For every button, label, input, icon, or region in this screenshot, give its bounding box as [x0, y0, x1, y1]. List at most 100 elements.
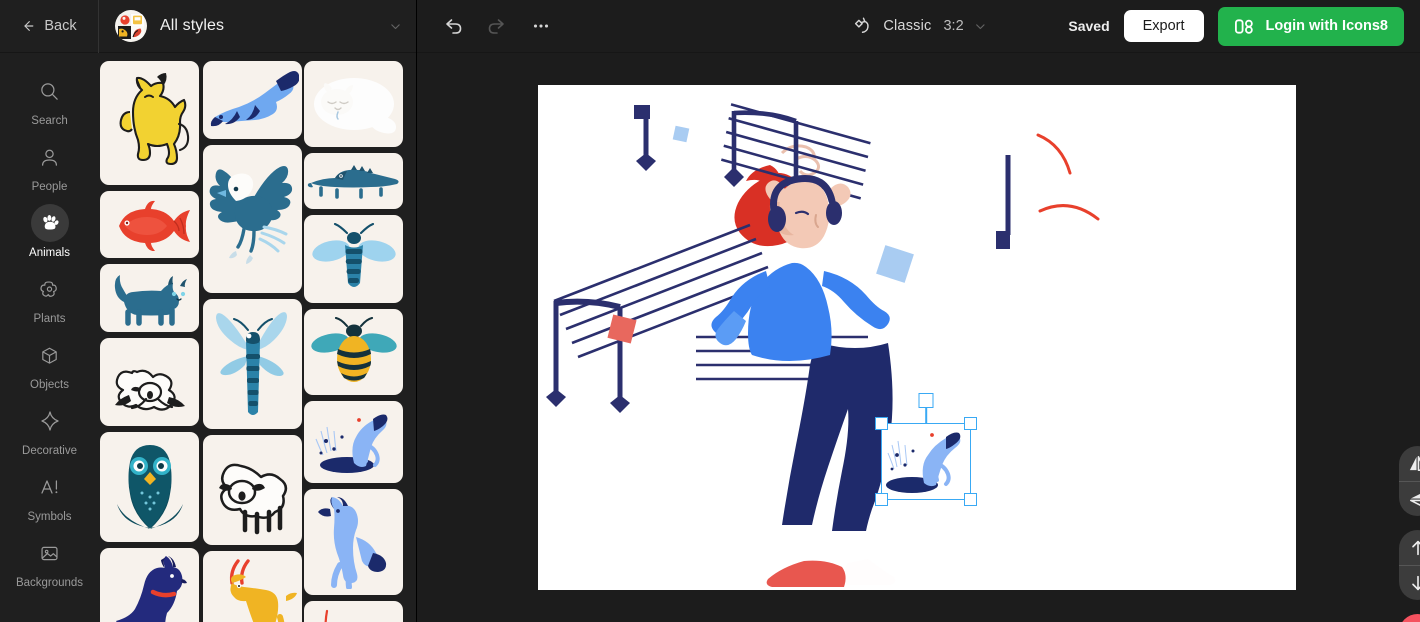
resize-handle-top-left[interactable]: [875, 417, 888, 430]
style-pack-selector[interactable]: All styles: [99, 0, 416, 53]
thumbnail-teal-owl[interactable]: [100, 432, 199, 542]
canvas-editor: Classic 3:2 Saved Export Login with Icon…: [417, 0, 1420, 622]
thumbnail-blue-cat-walking[interactable]: [100, 264, 199, 332]
object-toolbar: [1399, 446, 1420, 622]
undo-icon: [446, 19, 462, 34]
illustration-grid[interactable]: [99, 53, 416, 622]
back-label: Back: [44, 18, 77, 34]
thumbnail-yellow-antelope[interactable]: [203, 551, 302, 622]
thumbnail-red-goldfish[interactable]: [100, 191, 199, 258]
thumbnail-white-cat-curled[interactable]: [304, 61, 403, 147]
sidebar-item-label: Search: [31, 115, 68, 128]
thumbnail-blue-dog-jumping[interactable]: [304, 489, 403, 595]
move-up-button[interactable]: [1399, 530, 1420, 565]
arrow-up-icon: [1411, 540, 1420, 555]
aspect-ratio-selector[interactable]: Classic 3:2: [850, 15, 986, 38]
thumbnail-blue-dog-digging[interactable]: [304, 401, 403, 483]
person-listening-to-music-illustration: [546, 103, 1100, 587]
styles-panel-header: Back All styles: [0, 0, 416, 53]
illustration-editor-app: Back All styles Search People Animals Pl…: [0, 0, 1420, 622]
artboard[interactable]: [538, 85, 1296, 590]
thumbnail-white-sheep-standing[interactable]: [203, 435, 302, 545]
flip-vertical-button[interactable]: [1399, 481, 1420, 516]
move-down-button[interactable]: [1399, 565, 1420, 600]
history-controls: [417, 8, 559, 44]
rotate-handle[interactable]: [918, 393, 934, 408]
flip-horizontal-icon: [1409, 456, 1420, 471]
flip-controls: [1399, 446, 1420, 516]
export-button[interactable]: Export: [1123, 10, 1204, 42]
symbols-a-icon: [31, 468, 69, 506]
redo-icon: [488, 19, 504, 34]
thumbnail-navy-dog-collar[interactable]: [100, 548, 199, 622]
sidebar-item-label: Symbols: [27, 511, 72, 524]
delete-button[interactable]: [1399, 614, 1420, 622]
login-button[interactable]: Login with Icons8: [1217, 6, 1404, 46]
resize-handle-bottom-right[interactable]: [964, 493, 977, 506]
login-label: Login with Icons8: [1265, 18, 1388, 34]
sidebar-item-label: Plants: [33, 313, 66, 326]
thumbnail-yellow-bumblebee[interactable]: [304, 309, 403, 395]
flower-icon: [31, 270, 69, 308]
toolbar-actions: Saved Export Login with Icons8: [1068, 6, 1420, 46]
flip-horizontal-button[interactable]: [1399, 446, 1420, 481]
more-options-button[interactable]: [523, 8, 559, 44]
sidebar-item-animals[interactable]: Animals: [0, 199, 99, 265]
icons8-logo-icon: [1234, 18, 1253, 34]
chevron-down-icon: [975, 23, 985, 29]
layer-order-controls: [1399, 530, 1420, 600]
style-pack-title: All styles: [160, 17, 225, 34]
paw-icon: [30, 204, 69, 243]
cube-icon: [31, 336, 69, 374]
back-button[interactable]: Back: [0, 0, 99, 53]
chevron-down-icon: [391, 23, 400, 29]
thumbnail-blue-bee[interactable]: [304, 215, 403, 303]
sidebar-item-label: Backgrounds: [15, 577, 84, 590]
grid-column-3: [304, 61, 403, 622]
search-icon: [31, 72, 69, 110]
thumbnail-yellow-dog-sitting[interactable]: [100, 61, 199, 185]
sidebar-item-decorative[interactable]: Decorative: [0, 397, 99, 463]
sidebar-item-label: Objects: [30, 379, 69, 392]
thumbnail-white-sheep-jumping[interactable]: [100, 338, 199, 426]
arrow-left-icon: [24, 21, 34, 31]
sidebar-item-label: Animals: [29, 247, 70, 260]
arrow-down-icon: [1411, 575, 1420, 591]
sidebar-item-label: People: [31, 181, 68, 194]
resize-handle-top-right[interactable]: [964, 417, 977, 430]
thumbnail-red-line-sketch[interactable]: [304, 601, 403, 622]
sidebar-item-symbols[interactable]: Symbols: [0, 463, 99, 529]
ellipsis-icon: [533, 24, 549, 28]
sidebar-item-people[interactable]: People: [0, 133, 99, 199]
sidebar-item-partial[interactable]: [0, 595, 99, 622]
browser-body: Search People Animals Plants Objects Dec…: [0, 53, 416, 622]
editor-toolbar: Classic 3:2 Saved Export Login with Icon…: [417, 0, 1420, 53]
grid-column-1: [100, 61, 199, 622]
category-rail: Search People Animals Plants Objects Dec…: [0, 53, 99, 622]
person-icon: [31, 138, 69, 176]
style-pack-avatar: [115, 10, 147, 42]
canvas-workspace[interactable]: [417, 53, 1420, 622]
rotate-crop-icon: [854, 17, 869, 33]
sparkle-icon: [31, 402, 69, 440]
grid-column-2: [203, 61, 302, 622]
rotate-stem: [925, 406, 927, 424]
thumbnail-blue-dog-stretching[interactable]: [203, 61, 302, 139]
sidebar-item-search[interactable]: Search: [0, 67, 99, 133]
sidebar-item-objects[interactable]: Objects: [0, 331, 99, 397]
selection-box[interactable]: [875, 393, 977, 506]
thumbnail-blue-crocodile[interactable]: [304, 153, 403, 209]
sidebar-item-backgrounds[interactable]: Backgrounds: [0, 529, 99, 595]
aspect-ratio-label: Classic: [883, 18, 932, 34]
sidebar-item-label: Decorative: [22, 445, 77, 458]
undo-button[interactable]: [435, 8, 471, 44]
redo-button[interactable]: [479, 8, 515, 44]
save-status: Saved: [1068, 18, 1110, 34]
resize-handle-bottom-left[interactable]: [875, 493, 888, 506]
styles-browser-panel: Back All styles Search People Animals Pl…: [0, 0, 417, 622]
thumbnail-blue-eagle-flying[interactable]: [203, 145, 302, 293]
aspect-ratio-value: 3:2: [943, 18, 964, 34]
thumbnail-blue-dragonfly[interactable]: [203, 299, 302, 429]
sidebar-item-plants[interactable]: Plants: [0, 265, 99, 331]
image-icon: [31, 534, 69, 572]
